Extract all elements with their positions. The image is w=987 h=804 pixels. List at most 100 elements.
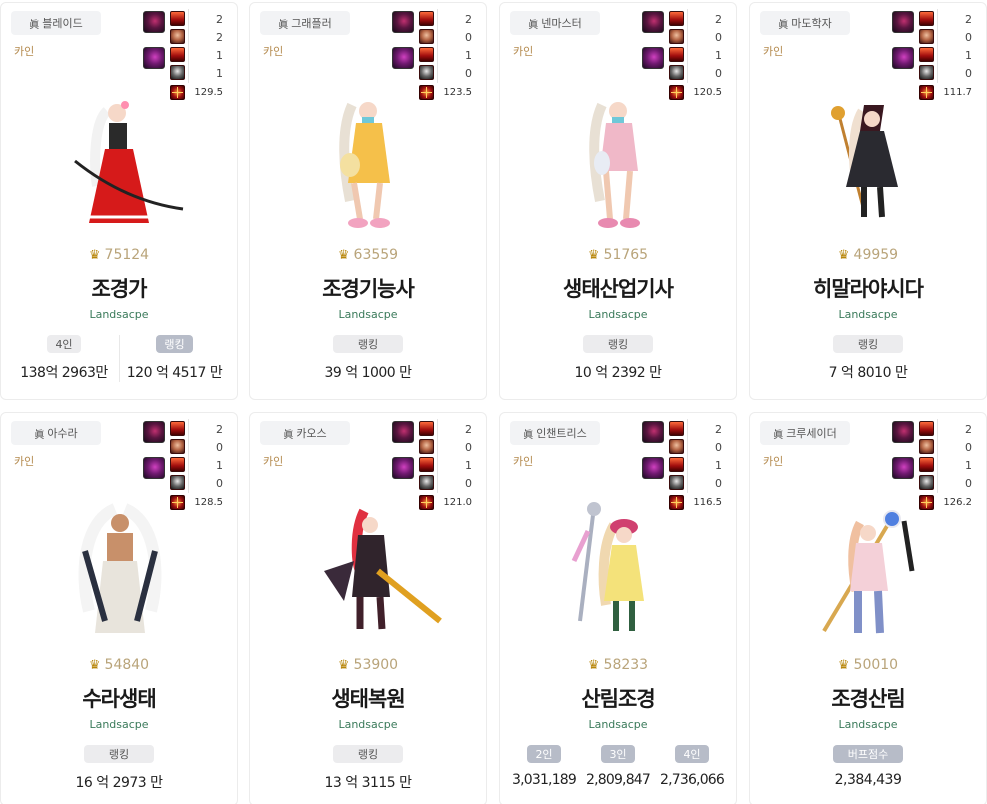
creature-icon bbox=[419, 439, 434, 454]
weapon-icon bbox=[392, 421, 414, 443]
stats-row: 랭킹 10 억 2392 만 bbox=[500, 335, 736, 382]
stat-label-pill[interactable]: 버프점수 bbox=[833, 745, 903, 763]
job-label: 마도학자 bbox=[791, 17, 832, 30]
epic-set-icon bbox=[170, 47, 185, 62]
stat-item: 랭킹 7 억 8010 만 bbox=[829, 335, 908, 382]
job-label: 넨마스터 bbox=[541, 17, 582, 30]
job-label: 카오스 bbox=[296, 427, 327, 440]
equip-count: 1 bbox=[465, 459, 472, 472]
character-name[interactable]: 생태복원 bbox=[250, 683, 486, 713]
fame-medal-icon: ♛ bbox=[587, 247, 600, 263]
equip-count: 0 bbox=[465, 441, 472, 454]
creature-icon bbox=[669, 29, 684, 44]
equip-score: 126.2 bbox=[943, 497, 972, 508]
job-label: 블레이드 bbox=[42, 17, 83, 30]
job-label: 인챈트리스 bbox=[536, 427, 587, 440]
character-name[interactable]: 산림조경 bbox=[500, 683, 736, 713]
stat-value: 7 억 8010 만 bbox=[828, 365, 908, 381]
stat-item: 랭킹 39 억 1000 만 bbox=[324, 335, 412, 382]
equip-count: 2 bbox=[465, 423, 472, 436]
epic-set-icon bbox=[419, 457, 434, 472]
divider bbox=[687, 9, 688, 83]
stat-item: 4인 138억 2963만 bbox=[9, 335, 119, 382]
stat-label-pill[interactable]: 랭킹 bbox=[333, 745, 403, 763]
fame-value: 53900 bbox=[353, 657, 399, 673]
equip-count: 0 bbox=[965, 477, 972, 490]
character-card[interactable]: 眞 아수라 카인 2 0 1 0 128.5 ♛ 54840 수라생태 Land… bbox=[0, 412, 238, 804]
creature-icon bbox=[170, 29, 185, 44]
character-sprite bbox=[794, 91, 944, 239]
character-card[interactable]: 眞 마도학자 카인 2 0 1 0 111.7 ♛ 49959 히말라야시다 L… bbox=[749, 2, 987, 400]
aura-icon bbox=[669, 65, 684, 80]
guild-name[interactable]: Landsacpe bbox=[1, 718, 237, 731]
epic-set-icon bbox=[919, 11, 934, 26]
equip-score: 121.0 bbox=[443, 497, 472, 508]
stat-label-pill[interactable]: 4인 bbox=[675, 745, 709, 763]
fame-value: 63559 bbox=[353, 247, 399, 263]
job-badge-icon: 眞 bbox=[283, 429, 294, 441]
character-card[interactable]: 眞 크루세이더 카인 2 0 1 0 126.2 ♛ 50010 조경산림 La… bbox=[749, 412, 987, 804]
equip-count: 2 bbox=[216, 13, 223, 26]
equip-count: 0 bbox=[465, 477, 472, 490]
fame-value: 75124 bbox=[104, 247, 150, 263]
character-name[interactable]: 수라생태 bbox=[1, 683, 237, 713]
weapon-icon bbox=[143, 11, 165, 33]
equip-count: 0 bbox=[715, 31, 722, 44]
divider bbox=[188, 9, 189, 83]
equip-count: 2 bbox=[715, 13, 722, 26]
divider bbox=[437, 419, 438, 493]
job-badge-icon: 眞 bbox=[34, 429, 45, 441]
character-card[interactable]: 眞 카오스 카인 2 0 1 0 121.0 ♛ 53900 생태복원 Land… bbox=[249, 412, 487, 804]
equip-count: 0 bbox=[216, 477, 223, 490]
equip-count: 1 bbox=[216, 67, 223, 80]
stat-label-pill[interactable]: 랭킹 bbox=[333, 335, 403, 353]
character-card[interactable]: 眞 인챈트리스 카인 2 0 1 0 116.5 ♛ 58233 산림조경 La… bbox=[499, 412, 737, 804]
guild-name[interactable]: Landsacpe bbox=[750, 718, 986, 731]
stat-item: 랭킹 120 억 4517 만 bbox=[119, 335, 229, 382]
job-tag: 眞 마도학자 bbox=[760, 11, 850, 35]
title-icon bbox=[392, 47, 414, 69]
guild-name[interactable]: Landsacpe bbox=[500, 718, 736, 731]
guild-name[interactable]: Landsacpe bbox=[250, 718, 486, 731]
character-card[interactable]: 眞 넨마스터 카인 2 0 1 0 120.5 ♛ 51765 생태산업기사 L… bbox=[499, 2, 737, 400]
stat-label-pill[interactable]: 랭킹 bbox=[156, 335, 193, 353]
stat-label-pill[interactable]: 4인 bbox=[47, 335, 81, 353]
character-card[interactable]: 眞 그래플러 카인 2 0 1 0 123.5 ♛ 63559 조경기능사 La… bbox=[249, 2, 487, 400]
fame-value: 51765 bbox=[603, 247, 649, 263]
guild-name[interactable]: Landsacpe bbox=[1, 308, 237, 321]
fame-value: 58233 bbox=[603, 657, 649, 673]
stats-row: 버프점수 2,384,439 bbox=[750, 745, 986, 788]
epic-set-icon bbox=[419, 421, 434, 436]
character-sprite bbox=[294, 91, 444, 239]
job-badge-icon: 眞 bbox=[778, 19, 789, 31]
fame-value: 50010 bbox=[853, 657, 899, 673]
guild-name[interactable]: Landsacpe bbox=[750, 308, 986, 321]
epic-set-icon bbox=[919, 47, 934, 62]
character-name[interactable]: 조경산림 bbox=[750, 683, 986, 713]
fame-medal-icon: ♛ bbox=[337, 247, 350, 263]
character-card[interactable]: 眞 블레이드 카인 2 2 1 1 129.5 ♛ 75124 조경가 Land… bbox=[0, 2, 238, 400]
stat-value: 2,736,066 bbox=[659, 772, 725, 788]
aura-icon bbox=[669, 475, 684, 490]
fame-row: ♛ 53900 bbox=[250, 657, 486, 673]
guild-name[interactable]: Landsacpe bbox=[500, 308, 736, 321]
stat-label-pill[interactable]: 2인 bbox=[527, 745, 561, 763]
equip-count: 1 bbox=[465, 49, 472, 62]
job-tag: 眞 그래플러 bbox=[260, 11, 350, 35]
divider bbox=[188, 419, 189, 493]
equip-count: 2 bbox=[715, 423, 722, 436]
epic-set-icon bbox=[170, 457, 185, 472]
character-name[interactable]: 조경기능사 bbox=[250, 273, 486, 303]
stat-label-pill[interactable]: 3인 bbox=[601, 745, 635, 763]
stat-label-pill[interactable]: 랭킹 bbox=[833, 335, 903, 353]
stat-label-pill[interactable]: 랭킹 bbox=[84, 745, 154, 763]
character-name[interactable]: 히말라야시다 bbox=[750, 273, 986, 303]
guild-name[interactable]: Landsacpe bbox=[250, 308, 486, 321]
divider bbox=[937, 9, 938, 83]
stat-label-pill[interactable]: 랭킹 bbox=[583, 335, 653, 353]
character-name[interactable]: 조경가 bbox=[1, 273, 237, 303]
divider bbox=[437, 9, 438, 83]
equip-count: 2 bbox=[965, 423, 972, 436]
character-name[interactable]: 생태산업기사 bbox=[500, 273, 736, 303]
epic-set-icon bbox=[669, 421, 684, 436]
